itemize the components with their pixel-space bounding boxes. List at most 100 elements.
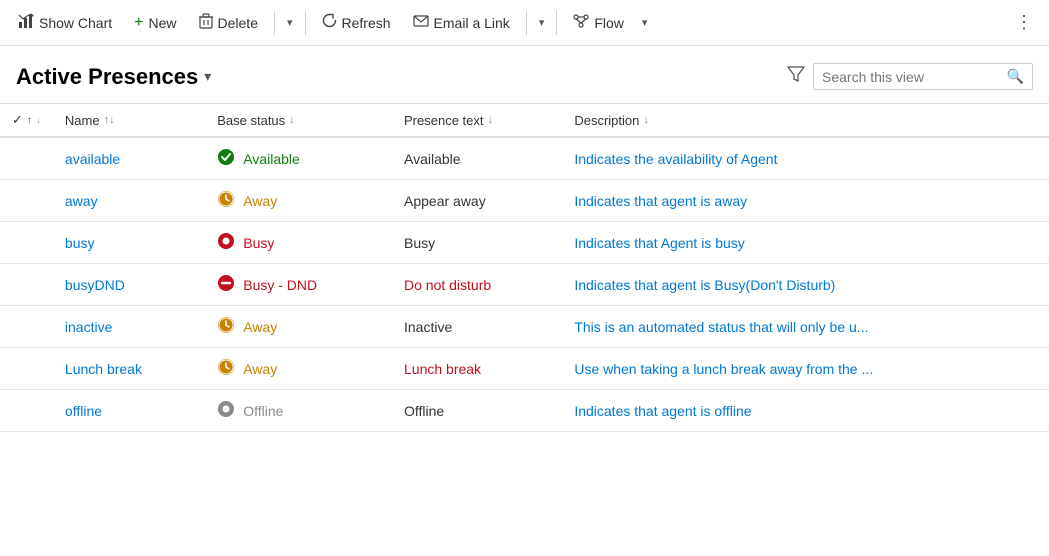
row-description: This is an automated status that will on…	[562, 306, 1049, 348]
refresh-icon	[322, 13, 337, 32]
view-title: Active Presences	[16, 64, 198, 90]
row-description: Use when taking a lunch break away from …	[562, 348, 1049, 390]
status-label: Away	[243, 319, 277, 335]
row-name[interactable]: busyDND	[53, 264, 205, 306]
row-checkbox[interactable]	[0, 180, 53, 222]
flow-icon	[573, 14, 589, 32]
chevron-down-icon-3: ▾	[642, 16, 648, 29]
table-row[interactable]: busyDND Busy - DND Do not disturb Indica…	[0, 264, 1049, 306]
table-row[interactable]: away Away Appear away Indicates that age…	[0, 180, 1049, 222]
row-name[interactable]: inactive	[53, 306, 205, 348]
row-name[interactable]: Lunch break	[53, 348, 205, 390]
status-dot-icon	[217, 190, 235, 211]
view-title-chevron[interactable]: ▾	[204, 68, 211, 85]
row-presence-text: Lunch break	[392, 348, 562, 390]
status-dot-icon	[217, 400, 235, 421]
row-base-status: Available	[205, 137, 392, 180]
email-link-button[interactable]: Email a Link	[403, 8, 520, 37]
chart-icon	[18, 13, 34, 33]
status-dot-icon	[217, 358, 235, 379]
status-dot-icon	[217, 274, 235, 295]
col-presence-text-label: Presence text	[404, 113, 484, 128]
row-base-status: Busy - DND	[205, 264, 392, 306]
search-box: 🔍	[813, 63, 1033, 90]
search-input[interactable]	[822, 69, 1001, 85]
name-sort-icon: ↑↓	[104, 114, 115, 126]
flow-button[interactable]: Flow	[563, 8, 634, 38]
row-presence-text: Appear away	[392, 180, 562, 222]
col-name-label: Name	[65, 113, 100, 128]
show-chart-button[interactable]: Show Chart	[8, 7, 122, 39]
table-header-row: ✓ ↑ ↓ Name ↑↓ Base status ↓ Presen	[0, 104, 1049, 138]
status-label: Away	[243, 193, 277, 209]
table-row[interactable]: offline Offline Offline Indicates that a…	[0, 390, 1049, 432]
status-label: Busy - DND	[243, 277, 317, 293]
row-presence-text: Do not disturb	[392, 264, 562, 306]
row-base-status: Away	[205, 348, 392, 390]
separator-2	[305, 11, 306, 35]
row-name[interactable]: available	[53, 137, 205, 180]
row-presence-text: Busy	[392, 222, 562, 264]
table-row[interactable]: inactive Away Inactive This is an automa…	[0, 306, 1049, 348]
row-description: Indicates the availability of Agent	[562, 137, 1049, 180]
new-button[interactable]: + New	[124, 8, 186, 38]
row-checkbox[interactable]	[0, 306, 53, 348]
name-sort-asc: ↑	[27, 115, 32, 126]
add-icon: +	[134, 14, 143, 32]
row-description: Indicates that agent is away	[562, 180, 1049, 222]
row-presence-text: Offline	[392, 390, 562, 432]
row-base-status: Away	[205, 180, 392, 222]
row-base-status: Busy	[205, 222, 392, 264]
row-checkbox[interactable]	[0, 264, 53, 306]
refresh-button[interactable]: Refresh	[312, 7, 401, 38]
row-name[interactable]: away	[53, 180, 205, 222]
col-base-status-label: Base status	[217, 113, 285, 128]
row-checkbox[interactable]	[0, 348, 53, 390]
status-label: Away	[243, 361, 277, 377]
status-dot-icon	[217, 148, 235, 169]
row-checkbox[interactable]	[0, 137, 53, 180]
more-dropdown-1[interactable]: ▾	[281, 10, 299, 35]
select-all-header[interactable]: ✓ ↑ ↓	[0, 104, 53, 138]
status-dot-icon	[217, 316, 235, 337]
delete-button[interactable]: Delete	[189, 7, 268, 39]
more-options-button[interactable]: ⋮	[1007, 6, 1041, 39]
email-link-label: Email a Link	[434, 15, 510, 31]
delete-label: Delete	[218, 15, 258, 31]
row-base-status: Away	[205, 306, 392, 348]
name-sort-desc: ↓	[36, 115, 41, 126]
presence-text-sort-icon: ↓	[488, 114, 494, 126]
row-presence-text: Available	[392, 137, 562, 180]
check-icon: ✓	[12, 112, 23, 128]
search-icon[interactable]: 🔍	[1007, 68, 1024, 85]
table-row[interactable]: busy Busy Busy Indicates that Agent is b…	[0, 222, 1049, 264]
row-name[interactable]: offline	[53, 390, 205, 432]
row-name[interactable]: busy	[53, 222, 205, 264]
col-header-base-status[interactable]: Base status ↓	[205, 104, 392, 138]
separator-4	[556, 11, 557, 35]
table-row[interactable]: Lunch break Away Lunch break Use when ta…	[0, 348, 1049, 390]
row-checkbox[interactable]	[0, 390, 53, 432]
col-header-description[interactable]: Description ↓	[562, 104, 1049, 138]
separator-1	[274, 11, 275, 35]
refresh-label: Refresh	[342, 15, 391, 31]
row-presence-text: Inactive	[392, 306, 562, 348]
row-description: Indicates that Agent is busy	[562, 222, 1049, 264]
delete-icon	[199, 13, 213, 33]
status-label: Available	[243, 151, 300, 167]
chevron-down-icon-2: ▾	[539, 16, 545, 29]
row-description: Indicates that agent is Busy(Don't Distu…	[562, 264, 1049, 306]
flow-dropdown[interactable]: ▾	[636, 10, 654, 35]
filter-icon[interactable]	[779, 60, 813, 93]
status-label: Offline	[243, 403, 283, 419]
table-row[interactable]: available Available Available Indicates …	[0, 137, 1049, 180]
chevron-down-icon: ▾	[287, 16, 293, 29]
more-dropdown-2[interactable]: ▾	[533, 10, 551, 35]
email-icon	[413, 14, 429, 31]
row-checkbox[interactable]	[0, 222, 53, 264]
description-sort-icon: ↓	[643, 114, 649, 126]
col-header-name[interactable]: Name ↑↓	[53, 104, 205, 138]
col-header-presence-text[interactable]: Presence text ↓	[392, 104, 562, 138]
separator-3	[526, 11, 527, 35]
active-presences-table: ✓ ↑ ↓ Name ↑↓ Base status ↓ Presen	[0, 103, 1049, 432]
